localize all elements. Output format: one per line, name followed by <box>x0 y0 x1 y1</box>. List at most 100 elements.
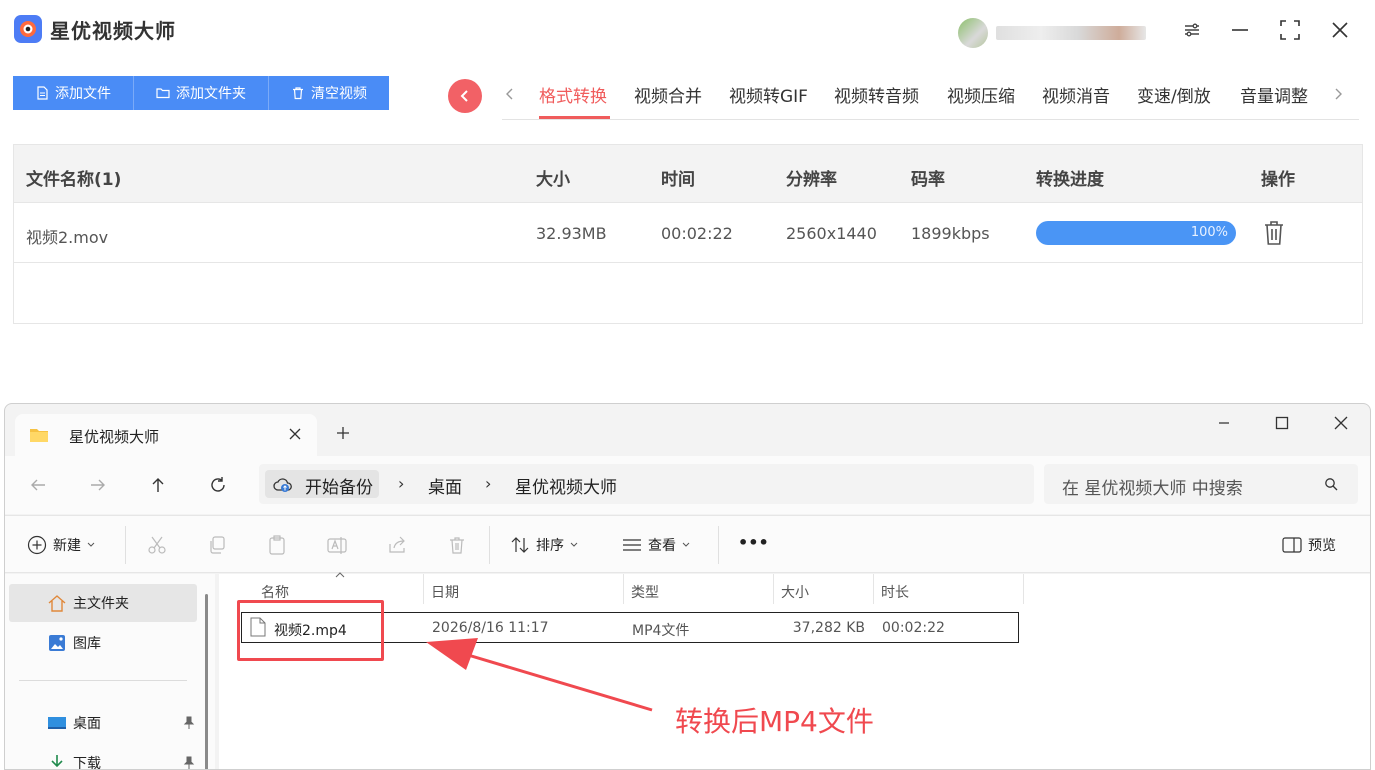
chevron-left-icon <box>460 90 468 102</box>
tab-video-to-gif[interactable]: 视频转GIF <box>729 82 808 107</box>
plus-circle-icon <box>27 535 47 555</box>
maximize-icon[interactable] <box>1278 18 1302 42</box>
tabs-scroll-left-icon[interactable] <box>504 84 516 104</box>
close-icon[interactable] <box>1328 18 1352 42</box>
breadcrumb-backup[interactable]: 开始备份 <box>265 470 379 498</box>
breadcrumb-chevron-icon: › <box>485 474 492 493</box>
active-tab-indicator <box>539 116 610 119</box>
tabs-scroll-right-icon[interactable] <box>1332 84 1344 104</box>
minimize-icon[interactable] <box>1228 18 1252 42</box>
divider <box>489 526 490 564</box>
header-size: 大小 <box>536 170 570 190</box>
table-row[interactable]: 视频2.mov 32.93MB 00:02:22 2560x1440 1899k… <box>14 203 1362 263</box>
chevron-down-icon <box>570 542 578 547</box>
sidebar-scrollbar[interactable] <box>205 594 208 769</box>
convert-progress-bar: 100% <box>1036 221 1236 245</box>
preview-pane-icon <box>1282 537 1302 553</box>
cut-icon[interactable] <box>147 535 167 555</box>
tab-video-to-audio[interactable]: 视频转音频 <box>834 82 919 107</box>
settings-icon[interactable] <box>1180 18 1204 42</box>
new-button[interactable]: 新建 <box>27 535 95 555</box>
sort-button[interactable]: 排序 <box>510 535 578 555</box>
explorer-command-bar: 新建 排序 查看 ••• 预览 <box>5 515 1370 573</box>
explorer-close-icon[interactable] <box>1332 414 1350 432</box>
avatar[interactable] <box>958 18 988 48</box>
sidebar-item-label: 主文件夹 <box>73 596 129 612</box>
sidebar-item-downloads[interactable]: 下载 <box>9 744 197 769</box>
desktop-icon <box>47 715 67 731</box>
user-account[interactable] <box>940 10 1180 50</box>
tab-speed-reverse[interactable]: 变速/倒放 <box>1137 82 1211 107</box>
column-date[interactable]: 日期 <box>431 582 459 602</box>
folder-icon <box>29 427 49 443</box>
delete-icon[interactable] <box>447 535 467 555</box>
divider <box>718 526 719 564</box>
tab-video-mute[interactable]: 视频消音 <box>1042 82 1110 107</box>
breadcrumb-desktop[interactable]: 桌面 <box>428 473 462 498</box>
copy-icon[interactable] <box>207 535 227 555</box>
preview-button[interactable]: 预览 <box>1282 535 1336 555</box>
chevron-down-icon <box>682 542 690 547</box>
gallery-icon <box>47 633 67 653</box>
cell-bitrate: 1899kbps <box>911 224 990 243</box>
delete-icon[interactable] <box>1262 220 1286 246</box>
cloud-backup-icon <box>273 476 293 494</box>
tab-format-convert[interactable]: 格式转换 <box>539 82 607 107</box>
highlight-box <box>237 600 384 661</box>
add-folder-label: 添加文件夹 <box>176 86 246 102</box>
view-button[interactable]: 查看 <box>622 535 690 555</box>
cell-time: 00:02:22 <box>661 224 733 243</box>
preview-label: 预览 <box>1308 538 1336 554</box>
cell-name: 视频2.mov <box>26 228 109 247</box>
new-tab-icon[interactable] <box>335 425 351 441</box>
user-name-blurred <box>996 26 1146 40</box>
tab-video-merge[interactable]: 视频合并 <box>634 82 702 107</box>
tab-video-compress[interactable]: 视频压缩 <box>947 82 1015 107</box>
add-folder-button[interactable]: 添加文件夹 <box>134 76 269 110</box>
up-arrow-icon[interactable] <box>149 476 167 494</box>
explorer-tab[interactable]: 星优视频大师 <box>15 414 317 456</box>
breadcrumb-chevron-icon: › <box>398 474 405 493</box>
breadcrumb-app-folder[interactable]: 星优视频大师 <box>515 473 617 498</box>
clear-videos-button[interactable]: 清空视频 <box>269 76 389 110</box>
header-name: 文件名称(1) <box>26 170 122 190</box>
sidebar-item-desktop[interactable]: 桌面 <box>9 704 197 742</box>
explorer-maximize-icon[interactable] <box>1273 414 1291 432</box>
add-file-label: 添加文件 <box>55 86 111 102</box>
back-arrow-icon[interactable] <box>29 476 47 494</box>
tab-close-icon[interactable] <box>287 426 303 442</box>
column-size[interactable]: 大小 <box>781 582 809 602</box>
address-bar[interactable]: 开始备份 › 桌面 › 星优视频大师 <box>259 464 1034 504</box>
header-progress: 转换进度 <box>1036 170 1104 190</box>
column-type[interactable]: 类型 <box>631 582 659 602</box>
app-title: 星优视频大师 <box>50 19 176 43</box>
column-divider <box>773 574 774 604</box>
sidebar-item-label: 图库 <box>73 636 101 652</box>
more-options-button[interactable]: ••• <box>738 533 769 552</box>
share-icon[interactable] <box>387 535 407 555</box>
refresh-icon[interactable] <box>209 476 227 494</box>
file-size: 37,282 KB <box>792 620 865 636</box>
search-input[interactable]: 在 星优视频大师 中搜索 <box>1044 464 1358 504</box>
column-name[interactable]: 名称 <box>261 582 289 602</box>
sidebar-item-gallery[interactable]: 图库 <box>9 624 197 662</box>
tab-volume-adjust[interactable]: 音量调整 <box>1240 82 1308 107</box>
sidebar-item-home[interactable]: 主文件夹 <box>9 584 197 622</box>
paste-icon[interactable] <box>267 535 287 555</box>
sort-ascending-icon <box>334 571 346 579</box>
rename-icon[interactable] <box>327 535 347 555</box>
pin-icon[interactable] <box>183 716 195 730</box>
add-file-button[interactable]: 添加文件 <box>13 76 134 110</box>
pin-icon[interactable] <box>183 756 195 769</box>
column-divider <box>1023 574 1024 604</box>
app-logo-icon <box>14 15 42 43</box>
collapse-button[interactable] <box>448 79 482 113</box>
chevron-down-icon <box>87 542 95 547</box>
explorer-minimize-icon[interactable] <box>1215 414 1233 432</box>
forward-arrow-icon[interactable] <box>89 476 107 494</box>
home-icon <box>47 593 67 613</box>
annotation-arrow <box>420 630 660 720</box>
clear-videos-label: 清空视频 <box>311 86 367 102</box>
column-duration[interactable]: 时长 <box>881 582 909 602</box>
header-bitrate: 码率 <box>911 170 945 190</box>
